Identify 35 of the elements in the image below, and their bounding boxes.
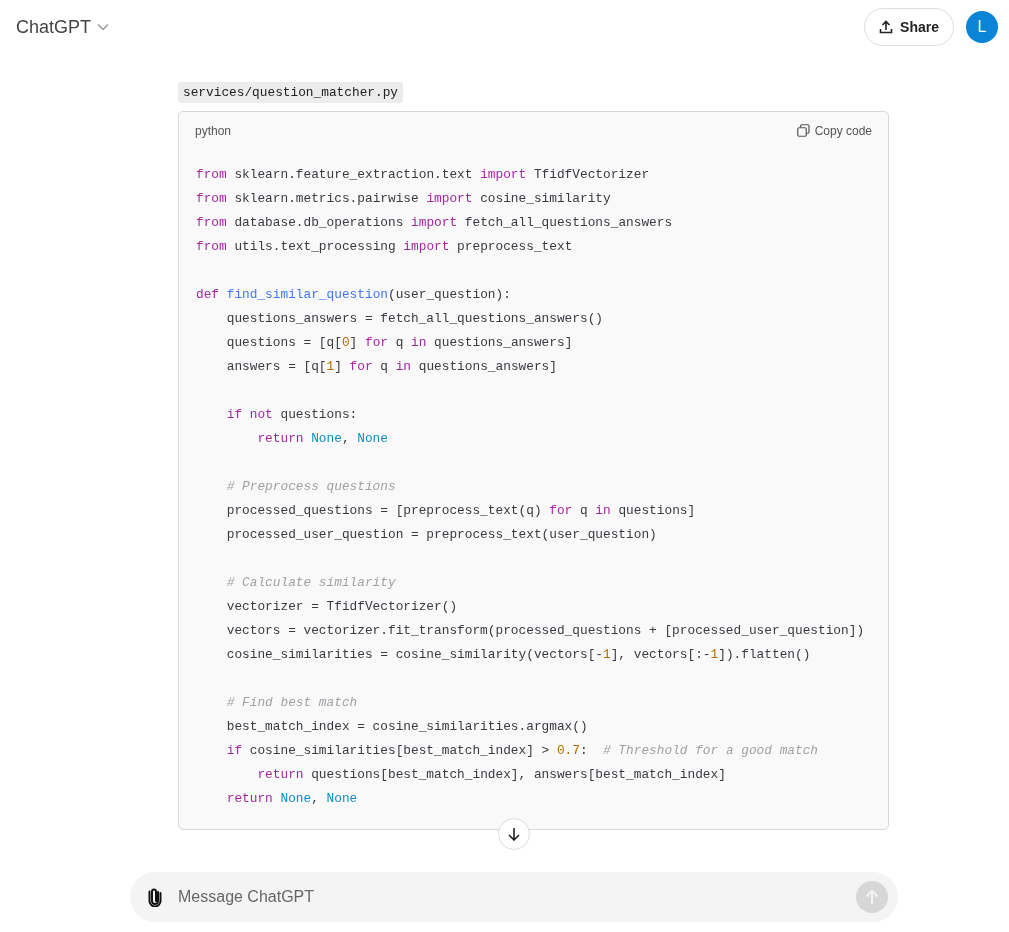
code-line: from sklearn.metrics.pairwise import cosine_similarity xyxy=(196,190,612,208)
code-line: questions_answers = fetch_all_questions_answers() xyxy=(225,310,604,328)
upload-icon xyxy=(879,20,894,34)
code-line: vectors = vectorizer.fit_transform(processed_questions + [processed_user_question]) xyxy=(225,622,866,640)
paperclip-icon[interactable] xyxy=(148,887,162,907)
code-line: processed_questions = [preprocess_text(q) for q in questions] xyxy=(225,502,697,520)
user-avatar[interactable]: L xyxy=(966,11,998,43)
code-line: best_match_index = cosine_similarities.argmax() xyxy=(225,718,589,736)
code-line: from utils.text_processing import preprocess_text xyxy=(196,238,574,256)
copy-code-button[interactable]: Copy code xyxy=(796,123,872,138)
code-line: answers = [q[1] for q in questions_answers] xyxy=(225,358,558,376)
code-line: from database.db_operations import fetch_all_questions_answers xyxy=(196,214,674,232)
copy-icon xyxy=(796,124,810,137)
file-path-label: services/question_matcher.py xyxy=(178,82,404,103)
message-field[interactable]: Message ChatGPT xyxy=(130,872,898,922)
code-line: return None, None xyxy=(256,430,389,448)
app-title[interactable]: ChatGPT xyxy=(16,16,92,38)
code-line: # Calculate similarity xyxy=(225,574,397,592)
code-line: from sklearn.feature_extraction.text import TfidfVectorizer xyxy=(196,166,651,184)
code-line: if not questions: xyxy=(225,406,359,424)
code-line: vectorizer = TfidfVectorizer() xyxy=(225,598,459,616)
code-line: # Find best match xyxy=(225,694,359,712)
code-line: if cosine_similarities[best_match_index] > 0.7: # Threshold for a good match xyxy=(225,742,820,760)
message-input[interactable]: Message ChatGPT xyxy=(176,887,842,907)
code-line: return None, None xyxy=(225,790,359,808)
code-line: processed_user_question = preprocess_text(user_question) xyxy=(225,526,658,544)
code-language-label: python xyxy=(195,123,232,138)
arrow-down-icon xyxy=(508,827,520,841)
code-line: return questions[best_match_index], answers[best_match_index] xyxy=(256,766,727,784)
code-line: cosine_similarities = cosine_similarity(vectors[-1], vectors[:-1]).flatten() xyxy=(225,646,812,664)
arrow-up-icon xyxy=(865,889,879,905)
code-line: # Preprocess questions xyxy=(225,478,397,496)
code-line: def find_similar_question(user_question): xyxy=(196,286,512,304)
share-button[interactable]: Share xyxy=(864,8,954,46)
code-line: questions = [q[0] for q in questions_answers] xyxy=(225,334,574,352)
